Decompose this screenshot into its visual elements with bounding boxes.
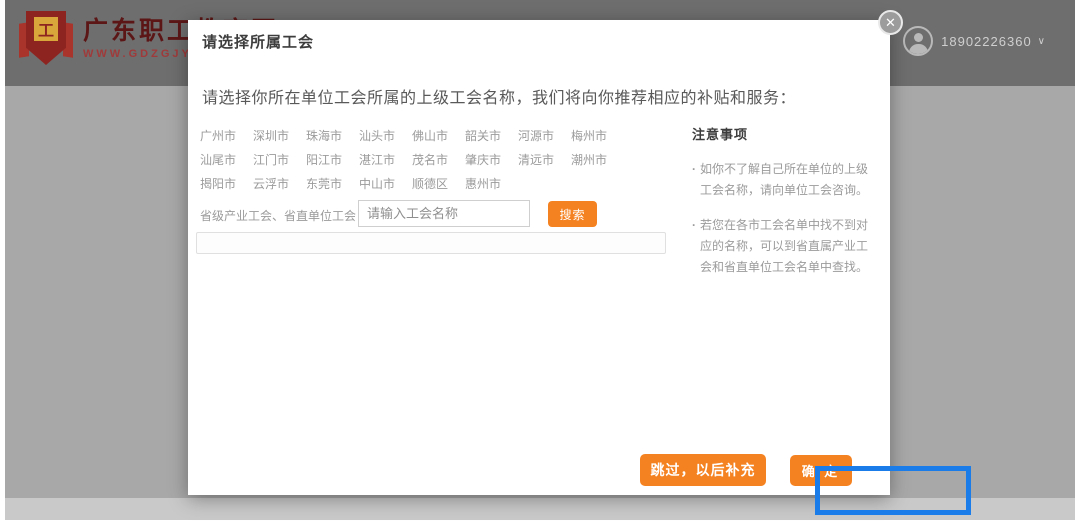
note-item: 如你不了解自己所在单位的上级工会名称，请向单位工会咨询。 — [692, 159, 874, 201]
city-link[interactable]: 汕尾市 — [200, 148, 253, 172]
city-link-list: 广州市深圳市珠海市汕头市佛山市韶关市河源市梅州市汕尾市江门市阳江市湛江市茂名市肇… — [200, 124, 650, 196]
city-link[interactable]: 汕头市 — [359, 124, 412, 148]
city-link[interactable]: 湛江市 — [359, 148, 412, 172]
notes-items: 如你不了解自己所在单位的上级工会名称，请向单位工会咨询。若您在各市工会名单中找不… — [692, 159, 874, 278]
province-union-row: 省级产业工会、省直单位工会 搜索 — [200, 200, 660, 228]
city-link[interactable]: 深圳市 — [253, 124, 306, 148]
city-link[interactable]: 阳江市 — [306, 148, 359, 172]
city-link[interactable]: 韶关市 — [465, 124, 518, 148]
dimmed-page-footer — [5, 498, 1075, 520]
note-item: 若您在各市工会名单中找不到对应的名称，可以到省直属产业工会和省直单位工会名单中查… — [692, 215, 874, 278]
screenshot-stage: 工 广东职工教育网 WWW.GDZGJY.COM 18902226360 ∨ ✕… — [0, 0, 1080, 529]
province-union-links[interactable]: 省级产业工会、省直单位工会 — [200, 207, 356, 224]
city-link[interactable]: 茂名市 — [412, 148, 465, 172]
city-link[interactable]: 河源市 — [518, 124, 571, 148]
city-link[interactable]: 广州市 — [200, 124, 253, 148]
close-icon[interactable]: ✕ — [878, 10, 903, 35]
city-link[interactable]: 顺德区 — [412, 172, 465, 196]
city-link[interactable]: 肇庆市 — [465, 148, 518, 172]
city-link[interactable]: 清远市 — [518, 148, 571, 172]
union-name-input[interactable] — [358, 200, 530, 227]
city-link[interactable]: 江门市 — [253, 148, 306, 172]
city-link[interactable]: 珠海市 — [306, 124, 359, 148]
city-link[interactable]: 佛山市 — [412, 124, 465, 148]
city-link[interactable]: 中山市 — [359, 172, 412, 196]
user-menu[interactable]: 18902226360 ∨ — [903, 26, 1045, 56]
city-link[interactable]: 云浮市 — [253, 172, 306, 196]
city-link[interactable]: 惠州市 — [465, 172, 518, 196]
chevron-down-icon: ∨ — [1038, 36, 1045, 47]
confirm-button[interactable]: 确 定 — [790, 455, 852, 486]
search-results-panel — [196, 232, 666, 254]
logo-emblem-char: 工 — [34, 17, 58, 41]
user-avatar-icon — [903, 26, 933, 56]
user-phone: 18902226360 — [941, 34, 1032, 49]
instruction-text: 请选择你所在单位工会所属的上级工会名称，我们将向你推荐相应的补贴和服务： — [202, 84, 796, 108]
city-link[interactable]: 梅州市 — [571, 124, 624, 148]
search-button[interactable]: 搜索 — [548, 201, 597, 227]
notes-panel: 注意事项 如你不了解自己所在单位的上级工会名称，请向单位工会咨询。若您在各市工会… — [692, 124, 874, 292]
city-link[interactable]: 揭阳市 — [200, 172, 253, 196]
union-select-modal: ✕ 请选择所属工会 请选择你所在单位工会所属的上级工会名称，我们将向你推荐相应的… — [188, 20, 890, 495]
notes-title: 注意事项 — [692, 124, 874, 143]
city-link[interactable]: 潮州市 — [571, 148, 624, 172]
skip-button[interactable]: 跳过，以后补充 — [640, 454, 766, 486]
logo-shield-icon: 工 — [19, 9, 73, 67]
city-link[interactable]: 东莞市 — [306, 172, 359, 196]
modal-title: 请选择所属工会 — [202, 31, 314, 52]
